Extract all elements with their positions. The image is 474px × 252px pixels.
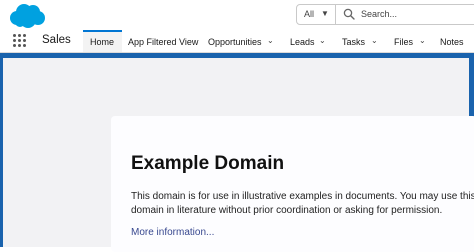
search-scope-dropdown[interactable]: All ▼ — [297, 5, 336, 24]
chevron-down-icon[interactable]: ⌄ — [419, 36, 426, 45]
app-navigation-bar: Sales Home App Filtered View Opportuniti… — [0, 30, 474, 53]
app-name: Sales — [42, 34, 71, 46]
tab-opportunities[interactable]: Opportunities ⌄ — [204, 30, 278, 52]
tab-tasks[interactable]: Tasks ⌄ — [338, 30, 384, 52]
tab-leads[interactable]: Leads ⌄ — [286, 30, 331, 52]
example-domain-card: Example Domain This domain is for use in… — [111, 116, 474, 252]
search-scope-label: All — [304, 9, 315, 19]
chevron-down-icon[interactable]: ⌄ — [371, 36, 378, 45]
tab-opportunities-label: Opportunities — [208, 37, 262, 47]
tab-notes[interactable]: Notes — [436, 30, 474, 52]
caret-down-icon: ▼ — [321, 9, 329, 18]
tab-app-filtered-view-label: App Filtered View — [128, 37, 199, 47]
tab-home-label: Home — [90, 37, 115, 47]
chevron-down-icon[interactable]: ⌄ — [319, 36, 326, 45]
tab-home[interactable]: Home — [83, 30, 122, 52]
app-launcher-icon[interactable] — [13, 34, 27, 48]
tab-app-filtered-view[interactable]: App Filtered View — [124, 30, 200, 52]
salesforce-cloud-logo[interactable] — [8, 3, 46, 29]
chevron-down-icon[interactable]: ⌄ — [267, 36, 274, 45]
global-search: All ▼ — [296, 4, 474, 25]
tab-files-label: Files — [394, 37, 414, 47]
search-icon — [343, 8, 355, 20]
page-background: Example Domain This domain is for use in… — [3, 58, 474, 252]
tab-tasks-label: Tasks — [342, 37, 366, 47]
tab-leads-label: Leads — [290, 37, 315, 47]
tab-files[interactable]: Files ⌄ — [390, 30, 432, 52]
page-title: Example Domain — [131, 153, 285, 174]
more-information-link[interactable]: More information... — [131, 227, 214, 238]
page-content-area: Example Domain This domain is for use in… — [0, 53, 474, 252]
search-input[interactable] — [361, 6, 471, 22]
page-description: This domain is for use in illustrative e… — [131, 191, 474, 216]
global-header: All ▼ — [0, 0, 474, 30]
tab-notes-label: Notes — [440, 37, 464, 47]
